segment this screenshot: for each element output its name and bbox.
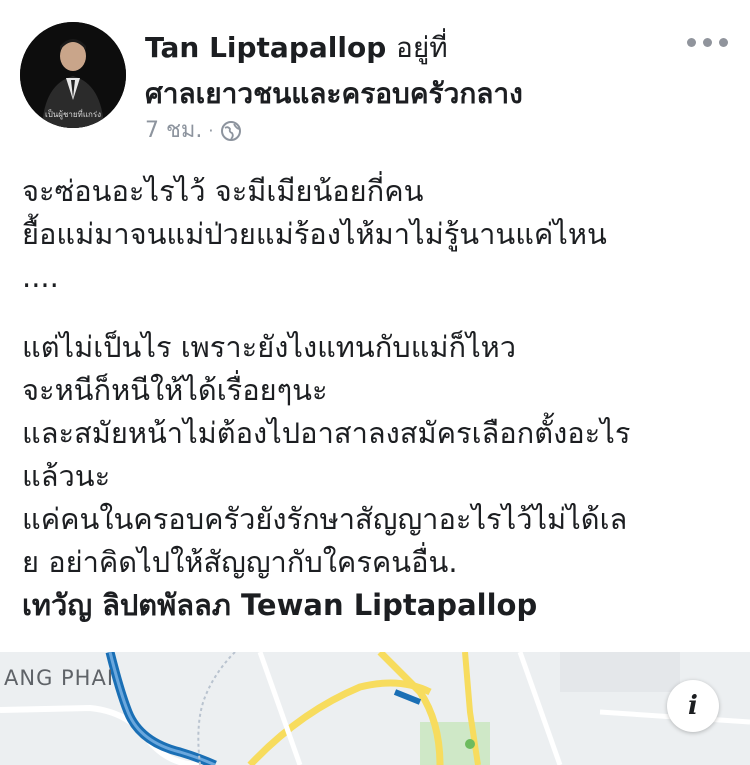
time-separator: · [208,121,214,140]
globe-icon [220,120,242,142]
body-line: แล้วนะ [22,459,111,493]
body-line: จะหนีก็หนีให้ได้เรื่อยๆนะ [22,373,328,407]
post-body: จะซ่อนอะไรไว้ จะมีเมียน้อยกี่คน ยื้อแม่ม… [22,170,737,627]
map-place-label: ANG PHAI [4,666,115,690]
info-glyph: i [688,691,698,721]
body-line: แต่ไม่เป็นไร เพราะยังไงแทนกับแม่ก็ไหว [22,330,517,364]
facebook-post: เป็นผู้ชายที่แกร่ง Tan Liptapallop อยู่ท… [0,0,750,765]
body-line: .... [22,260,59,294]
author-avatar[interactable]: เป็นผู้ชายที่แกร่ง [20,22,126,128]
avatar-photo: เป็นผู้ชายที่แกร่ง [20,22,126,128]
svg-text:เป็นผู้ชายที่แกร่ง: เป็นผู้ชายที่แกร่ง [45,108,101,120]
location-link[interactable]: ศาลเยาวชนและครอบครัวกลาง [145,76,523,112]
author-name[interactable]: Tan Liptapallop [145,31,386,64]
ellipsis-dot [703,38,712,47]
signature: เทวัญ ลิปตพัลลภ Tewan Liptapallop [22,588,538,622]
location-map[interactable]: ANG PHAI [0,652,750,765]
body-line: ยื้อแม่มาจนแม่ป่วยแม่ร้องไห้มาไม่รู้นานแ… [22,217,607,251]
body-line: ย อย่าคิดไปให้สัญญากับใครคนอื่น. [22,545,458,579]
info-icon[interactable]: i [667,680,719,732]
post-meta: 7 ชม. · [145,117,242,145]
ellipsis-dot [687,38,696,47]
post-header: Tan Liptapallop อยู่ที่ [145,30,448,66]
post-time[interactable]: 7 ชม. [145,117,202,145]
body-line: จะซ่อนอะไรไว้ จะมีเมียน้อยกี่คน [22,174,424,208]
at-text: อยู่ที่ [396,31,448,64]
ellipsis-icon[interactable] [687,38,728,47]
body-line: แค่คนในครอบครัวยังรักษาสัญญาอะไรไว้ไม่ได… [22,502,628,536]
body-line: และสมัยหน้าไม่ต้องไปอาสาลงสมัครเลือกตั้ง… [22,416,631,450]
ellipsis-dot [719,38,728,47]
